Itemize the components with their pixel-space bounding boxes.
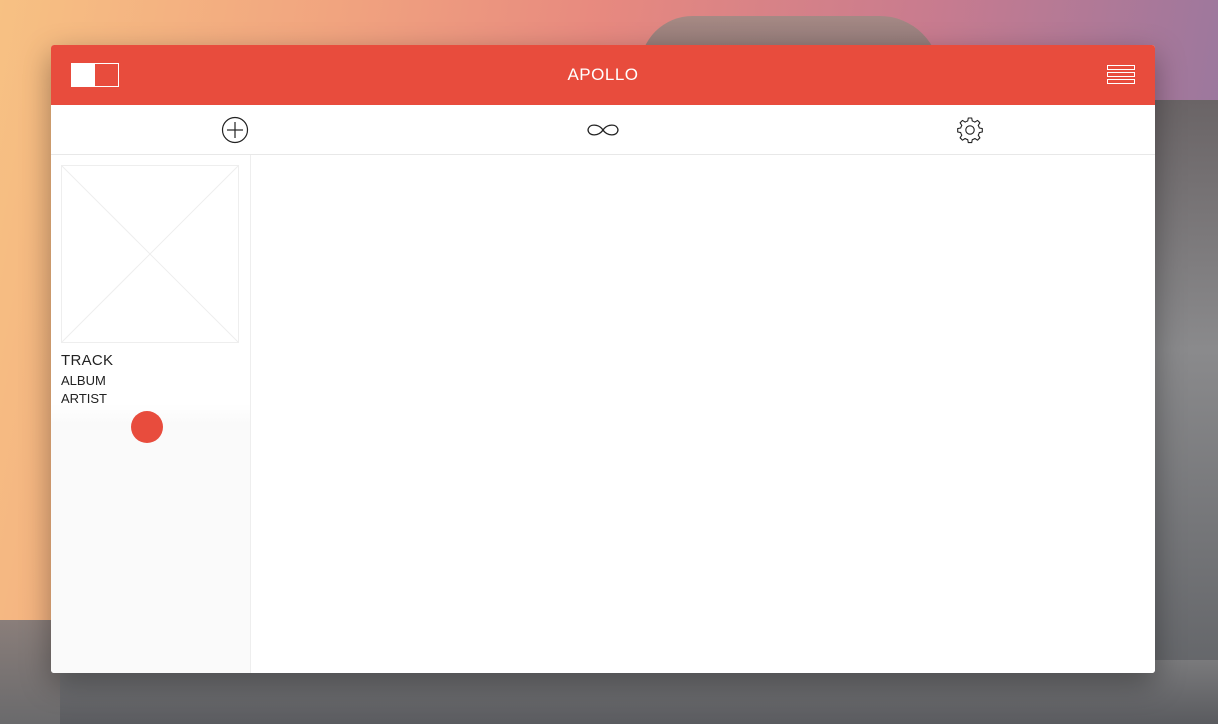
app-title: APOLLO: [567, 65, 639, 84]
loop-button[interactable]: [586, 115, 620, 145]
hamburger-menu-icon[interactable]: [1107, 65, 1135, 85]
now-playing-sidebar: TRACK ALBUM ARTIST: [51, 155, 251, 673]
add-button[interactable]: [220, 115, 250, 145]
settings-button[interactable]: [955, 115, 985, 145]
album-artwork: [61, 165, 239, 343]
split-view-icon[interactable]: [71, 63, 119, 87]
image-placeholder-icon: [61, 165, 239, 343]
play-button[interactable]: [131, 411, 163, 443]
title-bar: APOLLO: [51, 45, 1155, 105]
infinity-loop-icon: [587, 124, 619, 136]
track-title: TRACK: [61, 352, 114, 369]
gear-icon: [957, 117, 983, 144]
album-name: ALBUM: [61, 373, 106, 388]
plus-circle-icon: [221, 116, 249, 144]
wallpaper-cliff-right: [1150, 100, 1218, 724]
toolbar: [51, 105, 1155, 155]
main-content-panel: [251, 155, 1155, 673]
split-view-right-half: [95, 64, 118, 86]
split-view-left-half: [72, 64, 95, 86]
app-window: APOLLO TRACK ALBUM ARTIST: [51, 45, 1155, 673]
artist-name: ARTIST: [61, 391, 107, 406]
